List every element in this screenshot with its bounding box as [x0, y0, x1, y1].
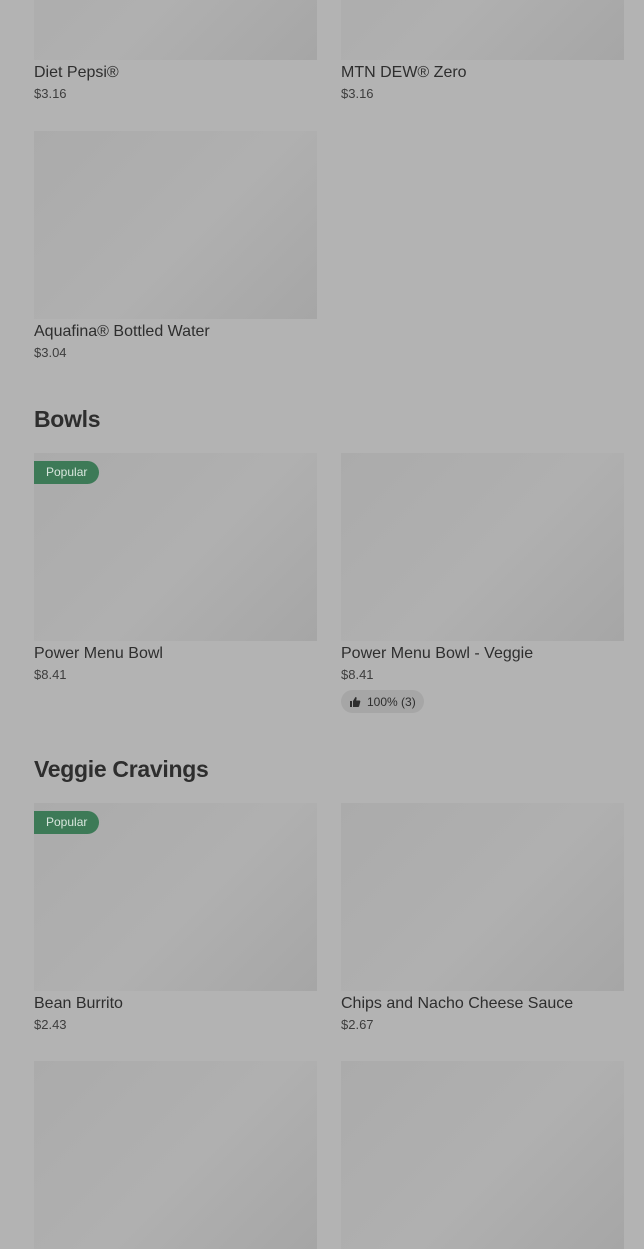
item-name: Bean Burrito: [34, 995, 123, 1012]
item-price: $2.43: [34, 1017, 67, 1032]
menu-item-card[interactable]: Power Menu Bowl - Veggie $8.41 100% (3): [341, 453, 624, 713]
menu-item-card[interactable]: Chips and Nacho Cheese Sauce $2.67: [341, 803, 624, 1033]
item-name: Aquafina® Bottled Water: [34, 323, 210, 340]
menu-item-card[interactable]: Popular Bean Burrito $2.43: [34, 803, 317, 1033]
item-image: [34, 0, 317, 60]
item-price: $3.16: [34, 86, 67, 101]
menu-item-card[interactable]: MTN DEW® Zero $3.16: [341, 0, 624, 102]
popular-badge: Popular: [34, 811, 100, 834]
item-image: Popular: [34, 803, 317, 991]
item-price: $3.04: [34, 345, 67, 360]
menu-item-card[interactable]: [341, 1061, 624, 1249]
menu-item-card[interactable]: [34, 1061, 317, 1249]
item-name: Power Menu Bowl - Veggie: [341, 645, 534, 662]
item-price: $8.41: [341, 667, 374, 682]
item-image: [341, 803, 624, 991]
thumbs-up-icon: [350, 696, 361, 707]
rating-text: 100% (3): [367, 694, 416, 709]
menu-item-card[interactable]: Popular Power Menu Bowl $8.41: [34, 453, 317, 683]
section-title-veggie-cravings: Veggie Cravings: [34, 756, 209, 782]
menu-item-card[interactable]: Diet Pepsi® $3.16: [34, 0, 317, 102]
item-image: [341, 453, 624, 641]
menu-page: Diet Pepsi® $3.16 MTN DEW® Zero $3.16 Aq…: [0, 0, 644, 1249]
item-image: [34, 131, 317, 319]
item-image: [341, 0, 624, 60]
section-title-bowls: Bowls: [34, 406, 101, 432]
menu-item-card[interactable]: Aquafina® Bottled Water $3.04: [34, 131, 317, 361]
item-name: Chips and Nacho Cheese Sauce: [341, 995, 574, 1012]
item-name: Diet Pepsi®: [34, 64, 119, 81]
item-name: MTN DEW® Zero: [341, 64, 467, 81]
item-image: Popular: [34, 453, 317, 641]
item-name: Power Menu Bowl: [34, 645, 163, 662]
item-price: $8.41: [34, 667, 67, 682]
item-image: [341, 1061, 624, 1249]
item-image: [34, 1061, 317, 1249]
item-price: $2.67: [341, 1017, 374, 1032]
popular-badge: Popular: [34, 461, 100, 484]
item-price: $3.16: [341, 86, 374, 101]
rating-pill: 100% (3): [341, 690, 424, 713]
